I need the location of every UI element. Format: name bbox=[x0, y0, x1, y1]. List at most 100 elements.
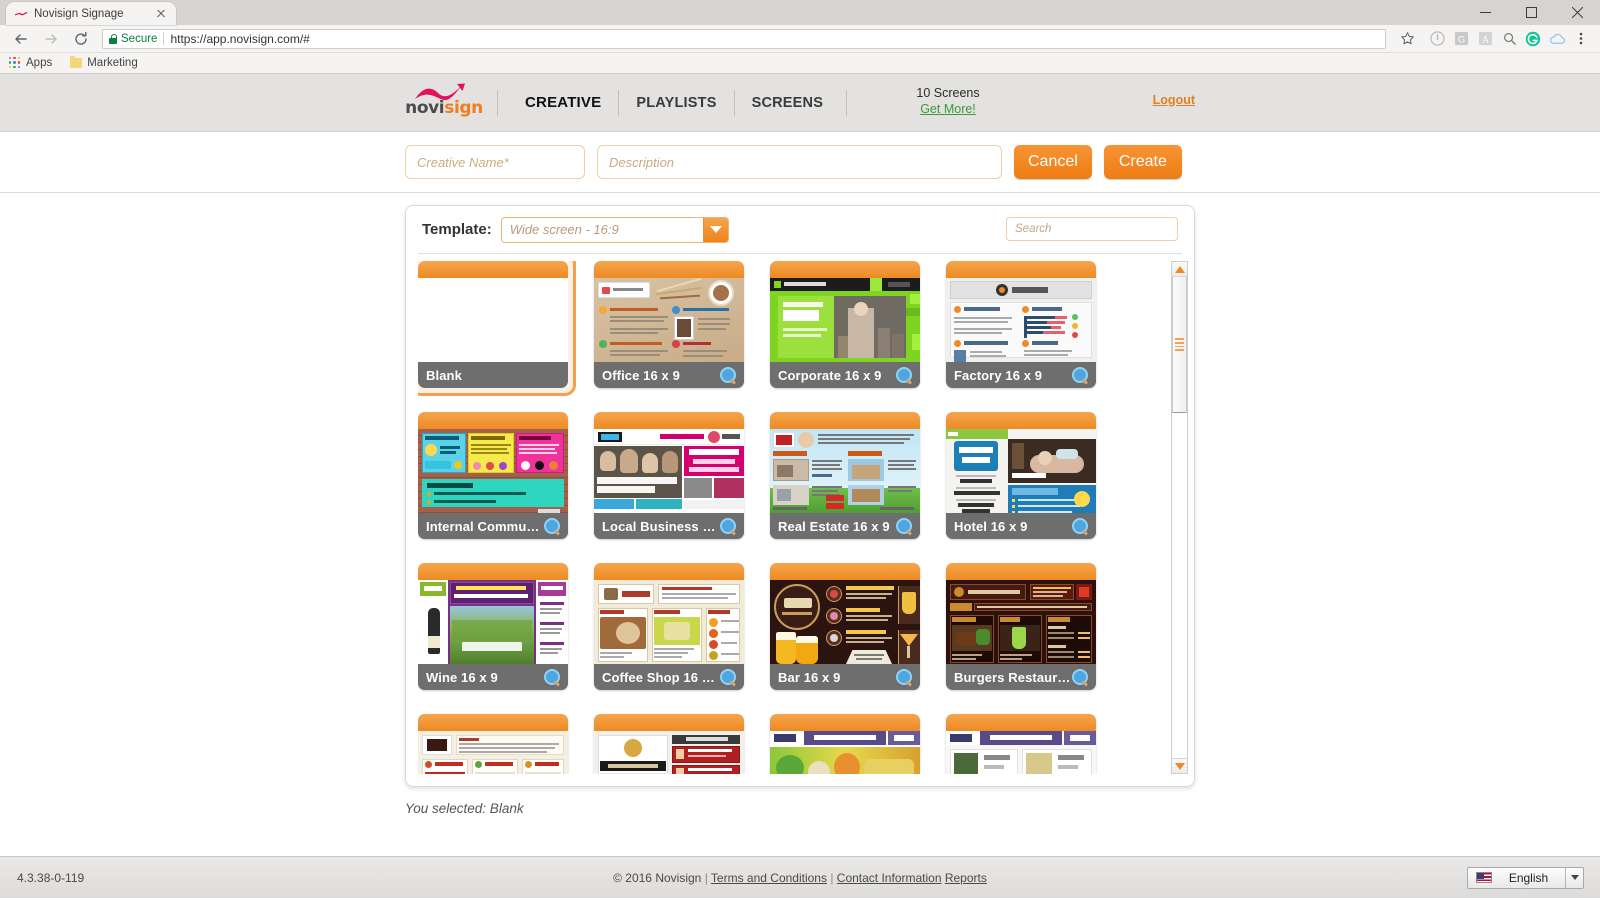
back-icon[interactable] bbox=[8, 26, 34, 52]
creative-name-input[interactable] bbox=[405, 145, 585, 179]
create-button[interactable]: Create bbox=[1104, 145, 1182, 179]
template-card-partial-4[interactable] bbox=[946, 714, 1096, 774]
template-caption: Office 16 x 9 bbox=[594, 362, 744, 388]
screens-count-label: 10 Screens bbox=[893, 86, 1003, 100]
grammarly-extension-icon[interactable] bbox=[1522, 28, 1544, 50]
template-caption: Blank bbox=[418, 362, 568, 388]
template-card-office[interactable]: Office 16 x 9 bbox=[594, 261, 744, 388]
cloud-extension-icon[interactable] bbox=[1546, 28, 1568, 50]
maximize-button[interactable] bbox=[1508, 0, 1554, 25]
bookmark-marketing[interactable]: Marketing bbox=[70, 57, 138, 69]
novisign-logo[interactable]: novisign bbox=[405, 83, 483, 123]
template-thumbnail bbox=[770, 563, 920, 664]
template-row: Wine 16 x 9 bbox=[418, 563, 1160, 690]
preview-magnifier-icon[interactable] bbox=[1072, 669, 1088, 685]
panel-divider bbox=[418, 253, 1182, 254]
footer-center: © 2016 Novisign | Terms and Conditions |… bbox=[0, 871, 1600, 885]
template-search-input[interactable] bbox=[1006, 217, 1178, 241]
cancel-button[interactable]: Cancel bbox=[1014, 145, 1092, 179]
preview-magnifier-icon[interactable] bbox=[1072, 518, 1088, 534]
template-card-burgers-restaurant[interactable]: Burgers Restaurant 1... bbox=[946, 563, 1096, 690]
template-type-dropdown[interactable]: Wide screen - 16:9 bbox=[501, 217, 729, 243]
template-row-partial bbox=[418, 714, 1160, 774]
svg-text:A: A bbox=[1482, 35, 1489, 45]
novisign-favicon-icon bbox=[14, 7, 28, 21]
copyright-label: © 2016 Novisign bbox=[613, 871, 701, 885]
preview-magnifier-icon[interactable] bbox=[720, 367, 736, 383]
preview-magnifier-icon[interactable] bbox=[896, 669, 912, 685]
preview-magnifier-icon[interactable] bbox=[896, 367, 912, 383]
template-grid-scrollbar[interactable] bbox=[1171, 261, 1188, 774]
browser-tab[interactable]: Novisign Signage bbox=[6, 2, 176, 25]
template-caption: Real Estate 16 x 9 bbox=[770, 513, 920, 539]
creative-form-bar: Cancel Create bbox=[0, 132, 1600, 193]
chrome-menu-icon[interactable] bbox=[1570, 28, 1592, 50]
scroll-up-arrow-icon[interactable] bbox=[1172, 262, 1187, 277]
header-divider bbox=[846, 90, 847, 116]
template-name: Local Business 16 x 9 bbox=[602, 519, 720, 534]
terms-and-conditions-link[interactable]: Terms and Conditions bbox=[711, 871, 827, 885]
scroll-down-arrow-icon[interactable] bbox=[1172, 758, 1187, 773]
creative-description-input[interactable] bbox=[597, 145, 1002, 179]
window-controls bbox=[1462, 0, 1600, 25]
template-picker-header: Template: Wide screen - 16:9 bbox=[406, 206, 1194, 253]
template-name: Wine 16 x 9 bbox=[426, 670, 544, 685]
logo-wordmark: novisign bbox=[405, 100, 483, 117]
template-thumbnail bbox=[770, 412, 920, 513]
preview-magnifier-icon[interactable] bbox=[720, 518, 736, 534]
preview-magnifier-icon[interactable] bbox=[1072, 367, 1088, 383]
template-name: Coffee Shop 16 x 9 bbox=[602, 670, 720, 685]
bookmark-apps[interactable]: Apps bbox=[9, 57, 52, 69]
language-selector[interactable]: English bbox=[1467, 867, 1584, 889]
site-header: novisign CREATIVE PLAYLISTS SCREENS 10 S… bbox=[0, 74, 1600, 132]
template-card-corporate[interactable]: Corporate 16 x 9 bbox=[770, 261, 920, 388]
template-card-real-estate[interactable]: Real Estate 16 x 9 bbox=[770, 412, 920, 539]
adobe-acrobat-extension-icon[interactable]: A bbox=[1474, 28, 1496, 50]
logo-text-novi: novi bbox=[405, 98, 444, 118]
preview-magnifier-icon[interactable] bbox=[544, 518, 560, 534]
template-card-coffee-shop[interactable]: Coffee Shop 16 x 9 bbox=[594, 563, 744, 690]
get-more-link[interactable]: Get More! bbox=[920, 102, 976, 116]
tab-strip: Novisign Signage bbox=[0, 0, 1600, 25]
template-card-bar[interactable]: Bar 16 x 9 bbox=[770, 563, 920, 690]
omnibox-divider bbox=[163, 32, 164, 45]
scrollbar-grip-icon bbox=[1175, 336, 1184, 352]
close-button[interactable] bbox=[1554, 0, 1600, 25]
scrollbar-thumb[interactable] bbox=[1172, 277, 1187, 413]
template-caption: Local Business 16 x 9 bbox=[594, 513, 744, 539]
preview-magnifier-icon[interactable] bbox=[720, 669, 736, 685]
template-caption: Wine 16 x 9 bbox=[418, 664, 568, 690]
template-card-blank[interactable]: Blank bbox=[418, 261, 568, 388]
address-bar[interactable]: Secure https://app.novisign.com/# bbox=[102, 29, 1386, 49]
preview-magnifier-icon[interactable] bbox=[896, 518, 912, 534]
grammarly-g-extension-icon[interactable]: G bbox=[1450, 28, 1472, 50]
bookmark-star-icon[interactable] bbox=[1396, 28, 1418, 50]
template-row: Blank bbox=[418, 261, 1160, 388]
template-thumbnail bbox=[418, 261, 568, 362]
template-caption: Hotel 16 x 9 bbox=[946, 513, 1096, 539]
tab-close-icon[interactable] bbox=[154, 7, 168, 21]
template-card-factory[interactable]: Factory 16 x 9 bbox=[946, 261, 1096, 388]
template-card-partial-2[interactable] bbox=[594, 714, 744, 774]
template-card-local-business[interactable]: Local Business 16 x 9 bbox=[594, 412, 744, 539]
template-card-hotel[interactable]: Hotel 16 x 9 bbox=[946, 412, 1096, 539]
preview-magnifier-icon[interactable] bbox=[544, 669, 560, 685]
us-flag-icon bbox=[1476, 872, 1492, 883]
logout-link[interactable]: Logout bbox=[1153, 93, 1195, 107]
minimize-button[interactable] bbox=[1462, 0, 1508, 25]
template-name: Hotel 16 x 9 bbox=[954, 519, 1072, 534]
template-card-internal-communications[interactable]: Internal Communicati... bbox=[418, 412, 568, 539]
nav-item-creative[interactable]: CREATIVE bbox=[512, 94, 614, 111]
template-card-partial-3[interactable] bbox=[770, 714, 920, 774]
search-magnifier-extension-icon[interactable] bbox=[1498, 28, 1520, 50]
language-label: English bbox=[1492, 871, 1565, 885]
nav-item-playlists[interactable]: PLAYLISTS bbox=[623, 95, 729, 111]
template-card-partial-1[interactable] bbox=[418, 714, 568, 774]
nav-item-screens[interactable]: SCREENS bbox=[739, 95, 837, 111]
template-picker-panel: Template: Wide screen - 16:9 bbox=[405, 205, 1195, 787]
shield-extension-icon[interactable] bbox=[1426, 28, 1448, 50]
contact-information-link[interactable]: Contact Information bbox=[837, 871, 942, 885]
reload-icon[interactable] bbox=[68, 26, 94, 52]
template-card-wine[interactable]: Wine 16 x 9 bbox=[418, 563, 568, 690]
reports-link[interactable]: Reports bbox=[945, 871, 987, 885]
